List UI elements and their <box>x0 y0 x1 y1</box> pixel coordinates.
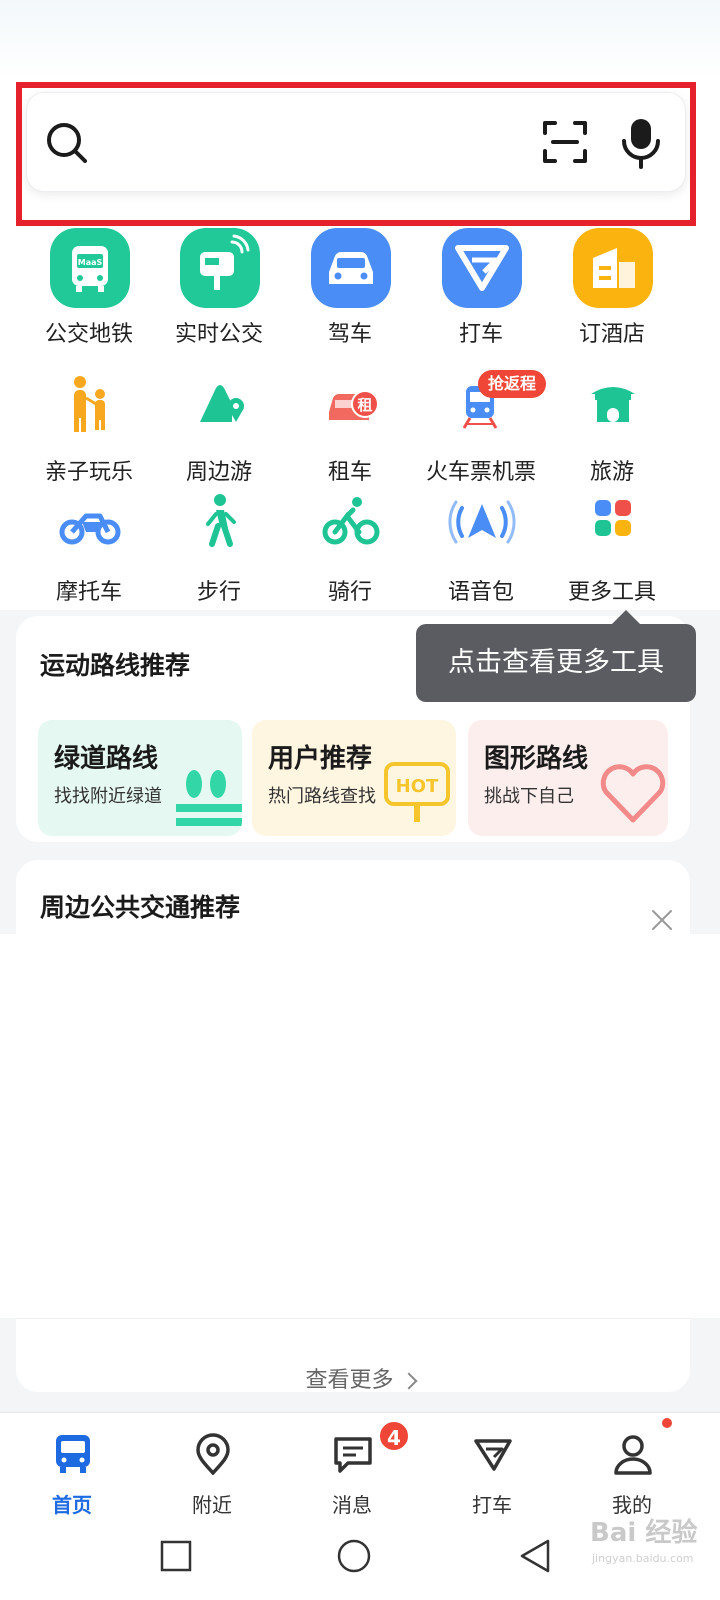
nearby-trip-icon <box>200 385 244 422</box>
profile-icon <box>614 1435 652 1475</box>
grid-item-cycling[interactable]: 骑行 <box>285 486 415 606</box>
family-icon <box>74 376 105 432</box>
close-icon[interactable] <box>650 908 674 932</box>
grid-label: 租车 <box>327 460 372 485</box>
route-card-greenway[interactable]: 绿道路线 找找附近绿道 <box>38 720 242 836</box>
grid-item-voice-pack[interactable]: 语音包 <box>416 486 546 606</box>
grid-label: 实时公交 <box>174 322 263 347</box>
bottom-tab-bar: 首页 附近 消息 打车 我的 <box>0 1412 720 1517</box>
walk-icon <box>206 494 236 547</box>
grid-label: 骑行 <box>327 580 372 605</box>
grid-item-drive[interactable]: 驾车 <box>285 228 415 348</box>
tab-label: 打车 <box>472 1493 512 1517</box>
message-icon <box>334 1437 372 1473</box>
grid-label: 公交地铁 <box>44 322 133 347</box>
location-pin-icon <box>196 1433 230 1475</box>
profile-notification-dot <box>662 1418 672 1428</box>
tab-label: 首页 <box>52 1493 92 1517</box>
tab-label: 附近 <box>192 1493 232 1517</box>
message-count-badge: 4 <box>378 1420 410 1452</box>
tab-home[interactable]: 首页 <box>12 1425 132 1517</box>
grid-label: 亲子玩乐 <box>44 460 133 485</box>
realtime-bus-icon <box>180 228 260 308</box>
grid-label: 摩托车 <box>55 580 122 605</box>
hot-sign-icon: HOT <box>384 762 450 822</box>
motorcycle-icon <box>59 513 121 545</box>
search-highlight-frame <box>16 82 696 226</box>
grid-label: 周边游 <box>185 460 252 485</box>
recent-apps-icon[interactable] <box>160 1540 192 1572</box>
hotel-icon <box>573 228 653 308</box>
taxi-icon <box>442 228 522 308</box>
top-background <box>0 0 720 80</box>
transit-content-area <box>0 934 720 1318</box>
see-more-text: 查看更多 <box>305 1368 394 1393</box>
taxi-tab-icon <box>474 1439 512 1471</box>
tab-label: 消息 <box>332 1493 372 1517</box>
grid-label: 打车 <box>458 322 503 347</box>
chevron-right-icon <box>400 1372 417 1390</box>
tab-nearby[interactable]: 附近 <box>152 1425 272 1517</box>
grid-item-hotel[interactable]: 订酒店 <box>547 228 677 348</box>
grid-label: 语音包 <box>447 580 514 605</box>
tab-taxi[interactable]: 打车 <box>432 1425 552 1517</box>
grid-item-more-tools[interactable]: 更多工具 <box>547 486 677 606</box>
more-tools-icon <box>595 500 631 536</box>
return-trip-badge: 抢返程 <box>478 370 547 398</box>
bus-metro-icon: MaaS <box>50 228 130 308</box>
route-card-title: 用户推荐 <box>268 744 373 774</box>
grid-label: 旅游 <box>589 460 634 485</box>
baidu-watermark-url: jingyan.baidu.com <box>592 1552 694 1565</box>
grid-item-walk[interactable]: 步行 <box>154 486 284 606</box>
travel-icon <box>591 387 635 422</box>
route-card-subtitle: 找找附近绿道 <box>54 786 162 807</box>
grid-item-taxi[interactable]: 打车 <box>416 228 546 348</box>
route-card-subtitle: 热门路线查找 <box>268 786 376 807</box>
route-card-title: 绿道路线 <box>54 744 159 774</box>
grid-item-family[interactable]: 亲子玩乐 <box>24 366 154 486</box>
home-circle-icon[interactable] <box>336 1538 372 1574</box>
voice-pack-icon <box>448 500 516 544</box>
route-card-subtitle: 挑战下自己 <box>484 786 574 807</box>
transit-title: 周边公共交通推荐 <box>40 893 241 922</box>
rent-text: 租 <box>357 396 372 414</box>
sport-routes-title: 运动路线推荐 <box>40 651 191 680</box>
baidu-watermark: Bai 经验 <box>590 1518 698 1548</box>
route-card-user-recommend[interactable]: 用户推荐 热门路线查找 HOT <box>252 720 456 836</box>
maas-text: MaaS <box>78 258 103 267</box>
hot-text: HOT <box>396 776 439 797</box>
tooltip-arrow <box>612 610 640 624</box>
grid-item-motorcycle[interactable]: 摩托车 <box>24 486 154 606</box>
grid-label: 订酒店 <box>578 322 645 347</box>
grid-item-realtime-bus[interactable]: 实时公交 <box>154 228 284 348</box>
home-bus-icon <box>56 1435 90 1473</box>
grid-item-rent-car[interactable]: 租 租车 <box>285 366 415 486</box>
grid-label: 驾车 <box>327 322 372 347</box>
car-icon <box>311 228 391 308</box>
rent-car-icon: 租 <box>329 390 379 420</box>
route-card-title: 图形路线 <box>484 744 589 774</box>
cycling-icon <box>322 497 380 545</box>
route-card-shape-route[interactable]: 图形路线 挑战下自己 <box>468 720 668 836</box>
tab-profile[interactable]: 我的 <box>572 1425 692 1517</box>
see-more-link[interactable]: 查看更多 <box>0 1362 720 1394</box>
grid-label: 步行 <box>196 580 241 605</box>
grid-item-travel[interactable]: 旅游 <box>547 366 677 486</box>
grid-item-bus-metro[interactable]: MaaS 公交地铁 <box>24 228 154 348</box>
grid-label: 火车票机票 <box>425 460 536 485</box>
greenway-icon <box>176 770 242 826</box>
grid-item-nearby-trip[interactable]: 周边游 <box>154 366 284 486</box>
back-triangle-icon[interactable] <box>518 1538 552 1574</box>
more-tools-tooltip[interactable]: 点击查看更多工具 <box>416 624 696 702</box>
heart-route-icon <box>600 764 666 823</box>
grid-label: 更多工具 <box>567 580 656 605</box>
